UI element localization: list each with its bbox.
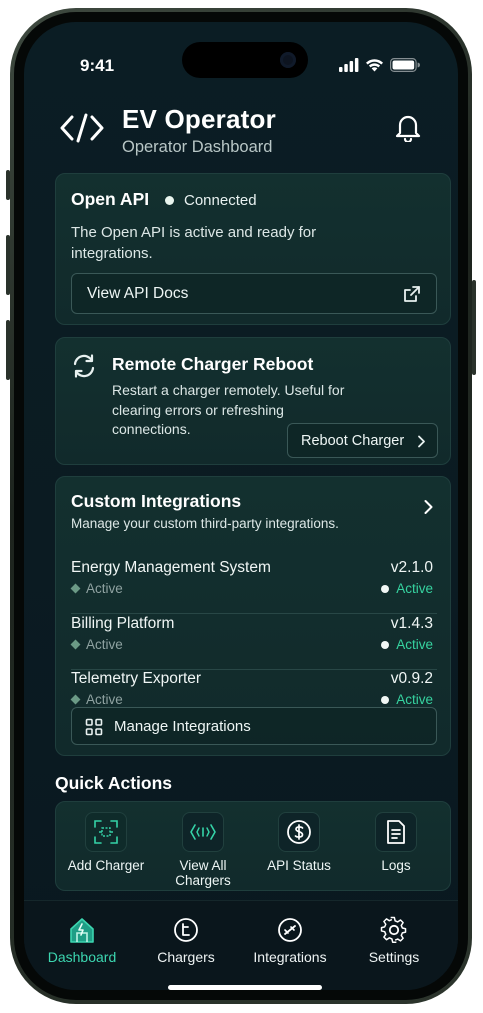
external-link-icon (404, 286, 420, 302)
chevron-right-icon[interactable] (423, 499, 434, 515)
tab-integrations[interactable]: Integrations (240, 915, 340, 965)
status-bar: 9:41 (24, 22, 458, 78)
tab-label: Chargers (157, 949, 215, 965)
document-icon (387, 820, 405, 844)
version-status-label: Active (396, 581, 433, 596)
phone-bezel: 9:41 EV Operator Operator Dashboard Open… (14, 12, 468, 1000)
version-status: Active (381, 692, 433, 707)
reboot-charger-button[interactable]: Reboot Charger (287, 423, 438, 458)
integration-status-label: Active (86, 692, 123, 707)
quick-action-tile (278, 812, 320, 852)
quick-actions-card: Add Charger View All Chargers API Status… (55, 801, 451, 891)
integrations-title: Custom Integrations (71, 491, 242, 511)
integration-name: Billing Platform (71, 615, 175, 632)
quick-action-logs[interactable]: Logs (348, 812, 444, 873)
dollar-status-icon (287, 820, 311, 844)
status-icons (339, 58, 420, 72)
phone-frame: 9:41 EV Operator Operator Dashboard Open… (10, 8, 472, 1004)
integration-status: Active (70, 637, 123, 652)
quick-action-label: Logs (381, 858, 411, 873)
status-dot-icon (381, 584, 390, 593)
quick-action-view-all-chargers[interactable]: View All Chargers (155, 812, 251, 888)
diamond-icon (70, 694, 81, 705)
integration-row[interactable]: Billing Platform v1.4.3 Active Active (70, 615, 437, 670)
quick-action-tile (182, 812, 224, 852)
battery-icon (390, 58, 420, 72)
home-icon (70, 918, 94, 943)
home-indicator (168, 985, 322, 990)
tab-settings[interactable]: Settings (344, 915, 444, 965)
version-status-label: Active (396, 637, 433, 652)
open-api-title: Open API (71, 189, 150, 209)
bell-icon[interactable] (394, 112, 422, 142)
quick-action-label: Add Charger (67, 858, 145, 873)
open-api-description: The Open API is active and ready for int… (71, 224, 317, 262)
integration-status-label: Active (86, 637, 123, 652)
charger-gauge-icon (174, 918, 198, 942)
integration-version: v2.1.0 (390, 559, 433, 576)
reboot-title: Remote Charger Reboot (112, 354, 314, 374)
integrations-subtitle: Manage your custom third-party integrati… (71, 516, 339, 531)
diamond-icon (70, 639, 81, 650)
view-api-docs-label: View API Docs (87, 285, 189, 302)
connection-status-dot (165, 196, 174, 205)
scan-charger-icon (94, 820, 118, 844)
status-dot-icon (381, 695, 390, 704)
dynamic-island (182, 42, 308, 78)
tab-label: Settings (368, 949, 420, 965)
version-status-label: Active (396, 692, 433, 707)
cellular-signal-icon (339, 58, 359, 72)
camera-icon (280, 52, 296, 68)
integration-row[interactable]: Energy Management System v2.1.0 Active A… (70, 559, 437, 614)
integrations-icon (278, 918, 302, 942)
integration-status-label: Active (86, 581, 123, 596)
app-subtitle: Operator Dashboard (122, 138, 273, 156)
code-brackets-icon (60, 113, 104, 143)
custom-integrations-card: Custom Integrations Manage your custom t… (55, 476, 451, 756)
quick-action-label: View All Chargers (175, 858, 231, 888)
tab-label: Dashboard (47, 949, 117, 965)
integration-name: Energy Management System (71, 559, 271, 576)
version-status: Active (381, 637, 433, 652)
view-api-docs-button[interactable]: View API Docs (71, 273, 437, 314)
silent-switch (6, 170, 10, 200)
integration-name: Telemetry Exporter (71, 670, 202, 687)
signal-charger-icon (190, 824, 216, 840)
manage-integrations-label: Manage Integrations (114, 718, 251, 735)
integration-status: Active (70, 692, 123, 707)
remote-reboot-card: Remote Charger Reboot Restart a charger … (55, 337, 451, 465)
status-dot-icon (381, 640, 390, 649)
version-status: Active (381, 581, 433, 596)
quick-action-tile (85, 812, 127, 852)
refresh-icon (73, 354, 95, 378)
gear-icon (380, 916, 407, 943)
app-title: EV Operator (122, 104, 276, 134)
quick-actions-title: Quick Actions (55, 773, 173, 793)
tab-dashboard[interactable]: Dashboard (32, 915, 132, 965)
tab-chargers[interactable]: Chargers (136, 915, 236, 965)
integration-status: Active (70, 581, 123, 596)
reboot-charger-label: Reboot Charger (301, 433, 405, 449)
power-button (472, 280, 476, 375)
quick-action-add-charger[interactable]: Add Charger (58, 812, 154, 873)
quick-action-tile (375, 812, 417, 852)
bottom-tab-bar: Dashboard Chargers Integrations Settings (24, 900, 458, 990)
diamond-icon (70, 583, 81, 594)
grid-icon (85, 718, 103, 736)
integration-version: v0.9.2 (390, 670, 433, 687)
chevron-right-icon (418, 435, 425, 448)
quick-action-api-status[interactable]: API Status (251, 812, 347, 873)
integration-version: v1.4.3 (390, 615, 433, 632)
manage-integrations-button[interactable]: Manage Integrations (71, 707, 437, 745)
app-screen: 9:41 EV Operator Operator Dashboard Open… (24, 22, 458, 990)
volume-down-button (6, 320, 10, 380)
connection-status-label: Connected (184, 192, 257, 209)
quick-action-label: API Status (267, 858, 331, 873)
app-header: EV Operator Operator Dashboard (60, 104, 422, 164)
tab-label: Integrations (253, 949, 327, 965)
status-time: 9:41 (80, 56, 115, 75)
open-api-card: Open API Connected The Open API is activ… (55, 173, 451, 325)
volume-up-button (6, 235, 10, 295)
wifi-icon (366, 59, 383, 72)
